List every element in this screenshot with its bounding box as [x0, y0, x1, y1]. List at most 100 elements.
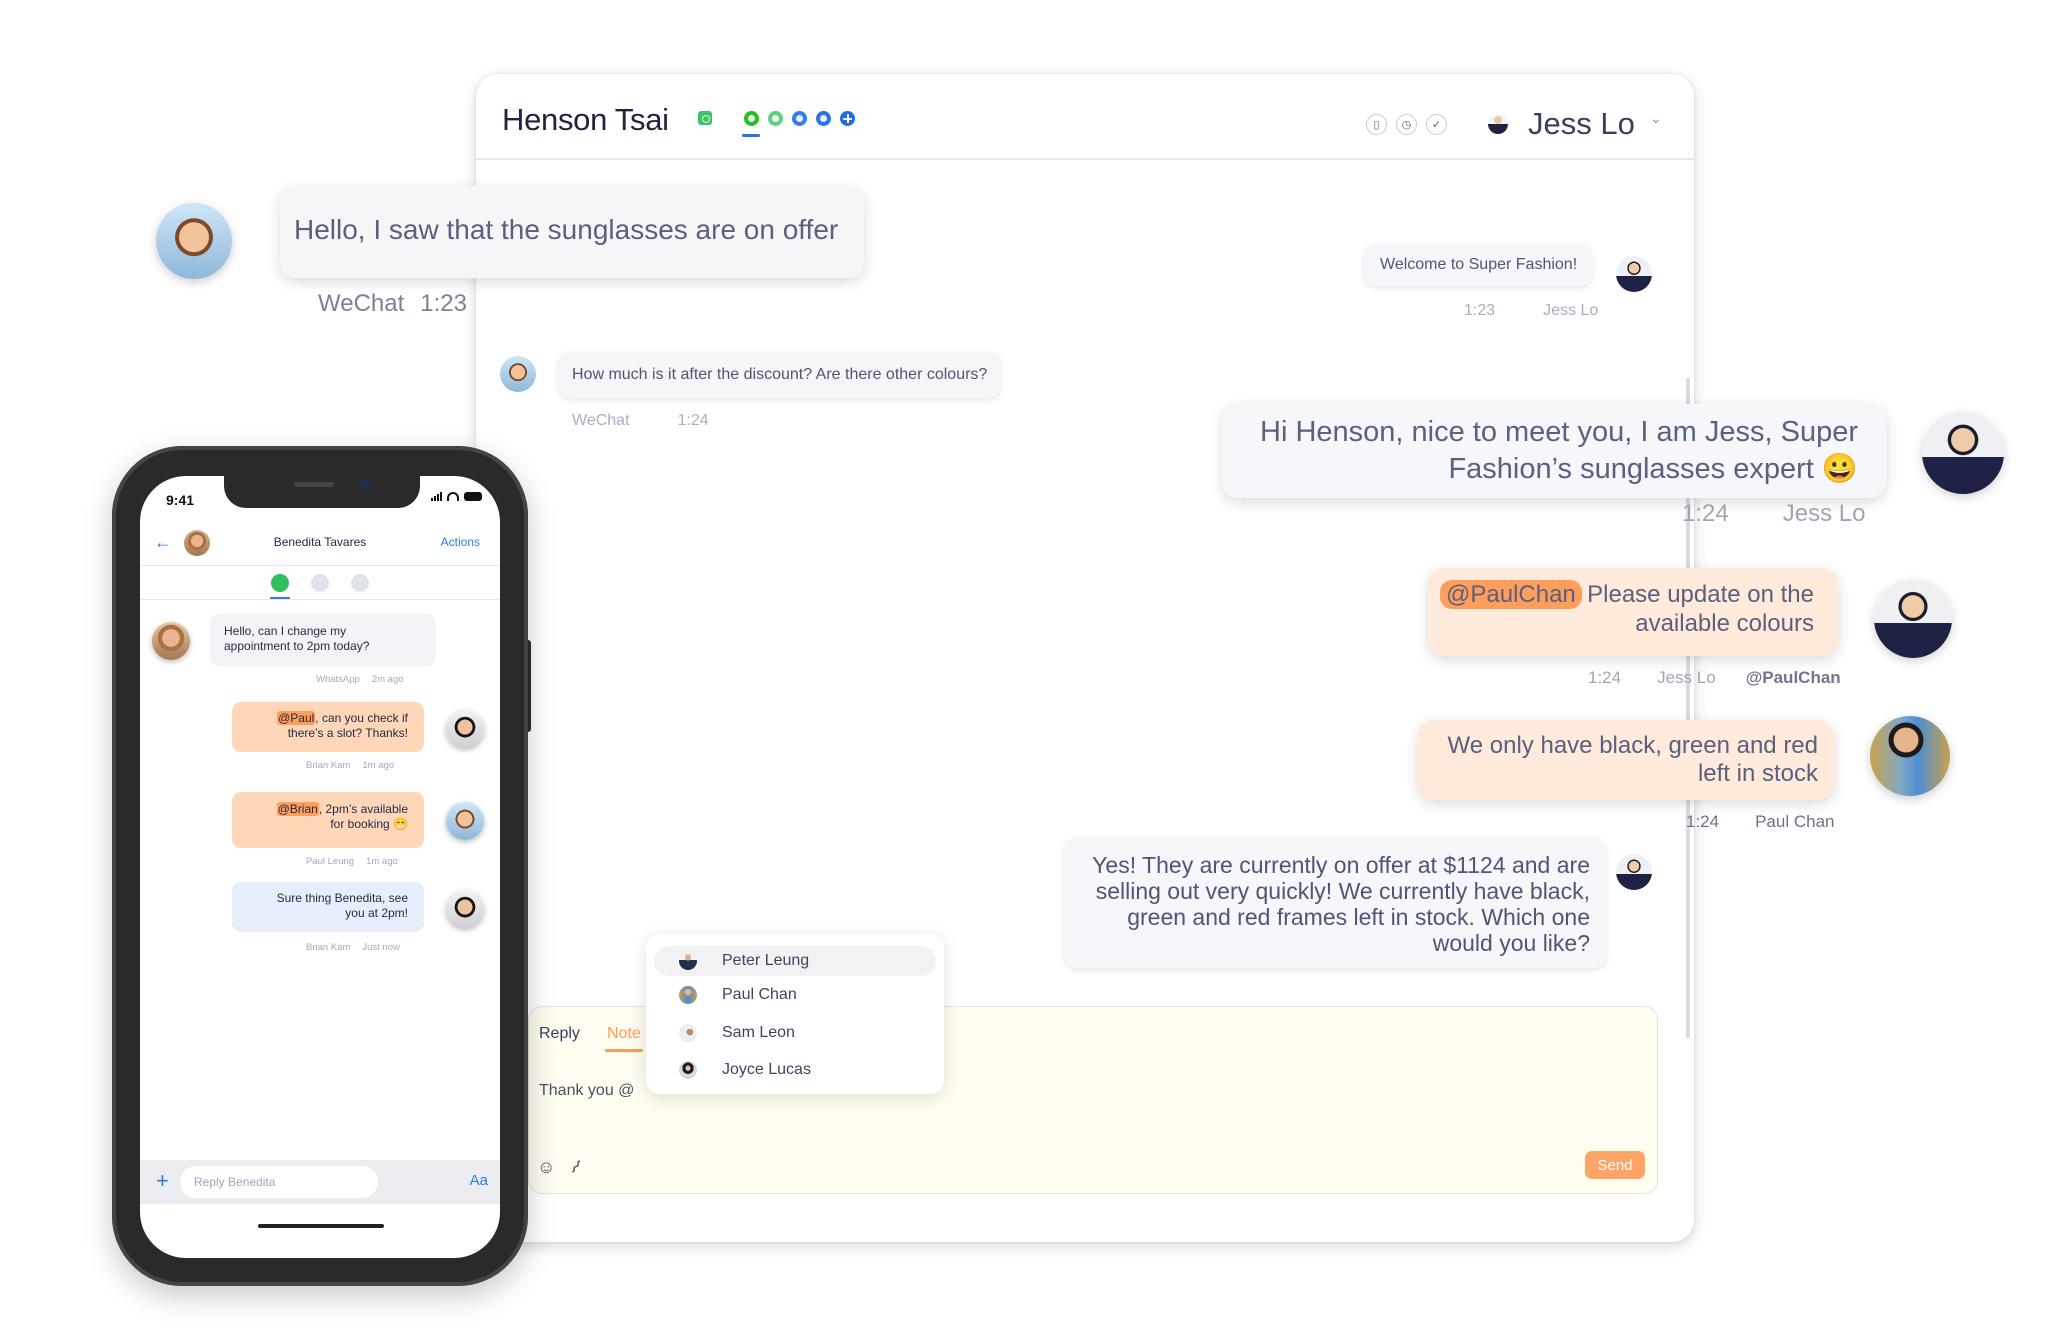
message-text: How much is it after the discount? Are t…	[572, 366, 988, 383]
message-text: Hi Henson, nice to meet you, I am Jess, …	[1260, 416, 1858, 448]
tab-reply[interactable]: Reply	[539, 1025, 580, 1043]
messenger-icon[interactable]	[311, 574, 329, 592]
mention-dropdown: Peter Leung Paul Chan Sam Leon Joyce Luc…	[646, 934, 944, 1094]
message-bubble: @Brian, 2pm’s available for booking 😁	[232, 792, 424, 848]
message-bubble: We only have black, green and red left i…	[1418, 720, 1834, 800]
active-tab-indicator	[605, 1049, 643, 1052]
status-icons	[431, 491, 482, 501]
message-bubble: Yes! They are currently on offer at $112…	[1064, 838, 1606, 968]
message-meta: WeChat 1:24	[572, 412, 709, 429]
status-time: 9:41	[166, 492, 195, 508]
user-avatar	[679, 986, 697, 1004]
mention-tag[interactable]: @PaulChan	[1440, 580, 1582, 609]
phone-channel-tabs	[140, 566, 500, 600]
message-text: Fashion’s sunglasses expert 😀	[1448, 453, 1858, 485]
message-text: We only have black, green and red	[1447, 732, 1818, 759]
message-meta: WeChat 1:23	[318, 290, 467, 317]
messenger-icon[interactable]	[792, 111, 807, 126]
agent-avatar	[1616, 854, 1652, 890]
message-text: available colours	[1635, 610, 1814, 637]
customer-avatar	[156, 203, 232, 279]
wifi-icon	[447, 491, 459, 501]
phone-camera	[360, 480, 370, 490]
contact-name: Henson Tsai	[502, 102, 669, 137]
phone-notch	[224, 476, 420, 508]
message-meta: WhatsApp 2m ago	[316, 674, 404, 685]
message-bubble: Hi Henson, nice to meet you, I am Jess, …	[1222, 404, 1886, 498]
text-format-button[interactable]: Aa	[470, 1172, 488, 1189]
line-icon[interactable]	[351, 574, 369, 592]
mention-option[interactable]: Peter Leung	[654, 946, 936, 976]
plus-icon[interactable]: +	[156, 1168, 169, 1194]
agent-avatar	[1870, 716, 1950, 796]
note-bubble: @PaulChan Please update on the available…	[1428, 568, 1838, 656]
chevron-down-icon[interactable]: ⌄	[1650, 110, 1662, 127]
actions-button[interactable]: Actions	[441, 535, 480, 549]
message-text: Welcome to Super Fashion!	[1380, 256, 1578, 273]
message-text: Hello, I saw that the sunglasses are on …	[294, 214, 839, 245]
home-indicator	[258, 1224, 384, 1228]
emoji-icon[interactable]: ☺	[537, 1157, 555, 1178]
agent-avatar	[446, 890, 484, 928]
header-actions: ▯ ◷ ✓	[1366, 114, 1447, 135]
user-avatar	[679, 952, 697, 970]
send-button[interactable]: Send	[1585, 1151, 1645, 1179]
line-chat-icon[interactable]	[816, 111, 831, 126]
message-meta: 1:23 Jess Lo	[1464, 302, 1599, 319]
phone-chat-header: ← Benedita Tavares Actions	[140, 520, 500, 566]
reply-input[interactable]: Thank you @	[539, 1082, 634, 1100]
message-text: Yes! They are currently on offer at $112…	[1092, 852, 1590, 956]
conversation-header: Henson Tsai ▯ ◷ ✓ Jess Lo ⌄	[476, 74, 1694, 160]
message-bubble: @Paul, can you check if there’s a slot? …	[232, 702, 424, 752]
phone-speaker	[294, 482, 334, 487]
mention-option[interactable]: Sam Leon	[654, 1018, 936, 1048]
message-text: left in stock	[1697, 760, 1818, 787]
user-avatar	[679, 1024, 697, 1042]
agent-avatar	[1616, 256, 1652, 292]
bookmark-icon[interactable]: ▯	[1366, 114, 1387, 135]
phone-composer: + Aa	[140, 1160, 500, 1204]
wechat-icon[interactable]	[744, 111, 759, 126]
message-bubble: Hello, can I change my appointment to 2p…	[210, 614, 436, 666]
phone-screen: 9:41 ← Benedita Tavares Actions Hello, c…	[140, 476, 500, 1258]
customer-avatar	[152, 622, 190, 660]
message-meta: Paul Leung 1m ago	[306, 856, 398, 867]
message-bubble: Sure thing Benedita, see you at 2pm!	[232, 882, 424, 932]
contact-status-icon[interactable]	[698, 111, 712, 125]
assigned-agent-name[interactable]: Jess Lo	[1528, 106, 1635, 142]
whatsapp-icon[interactable]	[768, 111, 783, 126]
whatsapp-icon[interactable]	[271, 574, 289, 592]
mention-option[interactable]: Paul Chan	[654, 980, 936, 1010]
attachment-icon[interactable]: ⌇	[566, 1156, 585, 1178]
mobile-phone-mockup: 9:41 ← Benedita Tavares Actions Hello, c…	[112, 446, 528, 1286]
agent-avatar	[1922, 412, 2004, 494]
mention-tag[interactable]: @Paul	[277, 711, 316, 725]
resolve-check-icon[interactable]: ✓	[1426, 114, 1447, 135]
add-channel-icon[interactable]	[840, 111, 855, 126]
agent-avatar[interactable]	[1488, 114, 1508, 134]
agent-avatar	[446, 802, 484, 840]
message-meta: 1:24 Paul Chan	[1686, 812, 1835, 831]
snooze-clock-icon[interactable]: ◷	[1396, 114, 1417, 135]
message-meta: 1:24 Jess Lo @PaulChan	[1588, 668, 1841, 687]
message-bubble: How much is it after the discount? Are t…	[558, 352, 1002, 398]
agent-avatar	[446, 710, 484, 748]
customer-avatar	[500, 356, 536, 392]
signal-icon	[431, 491, 442, 501]
message-bubble: Welcome to Super Fashion!	[1364, 244, 1594, 286]
channel-tabs	[744, 111, 855, 126]
reply-input[interactable]	[180, 1166, 378, 1198]
message-text: Please update on the	[1587, 581, 1814, 608]
mention-tag[interactable]: @Brian	[276, 802, 319, 816]
user-avatar	[679, 1061, 697, 1079]
message-meta: Brian Kam 1m ago	[306, 760, 395, 771]
active-channel-indicator	[270, 597, 290, 599]
message-meta: 1:24 Jess Lo	[1682, 500, 1866, 527]
tab-note[interactable]: Note	[607, 1025, 641, 1043]
battery-icon	[464, 491, 482, 501]
message-bubble: Hello, I saw that the sunglasses are on …	[280, 186, 864, 278]
agent-avatar	[1874, 580, 1952, 658]
active-channel-indicator	[742, 134, 760, 137]
message-meta: Brian Kam Just now	[306, 942, 400, 953]
mention-option[interactable]: Joyce Lucas	[654, 1055, 936, 1085]
